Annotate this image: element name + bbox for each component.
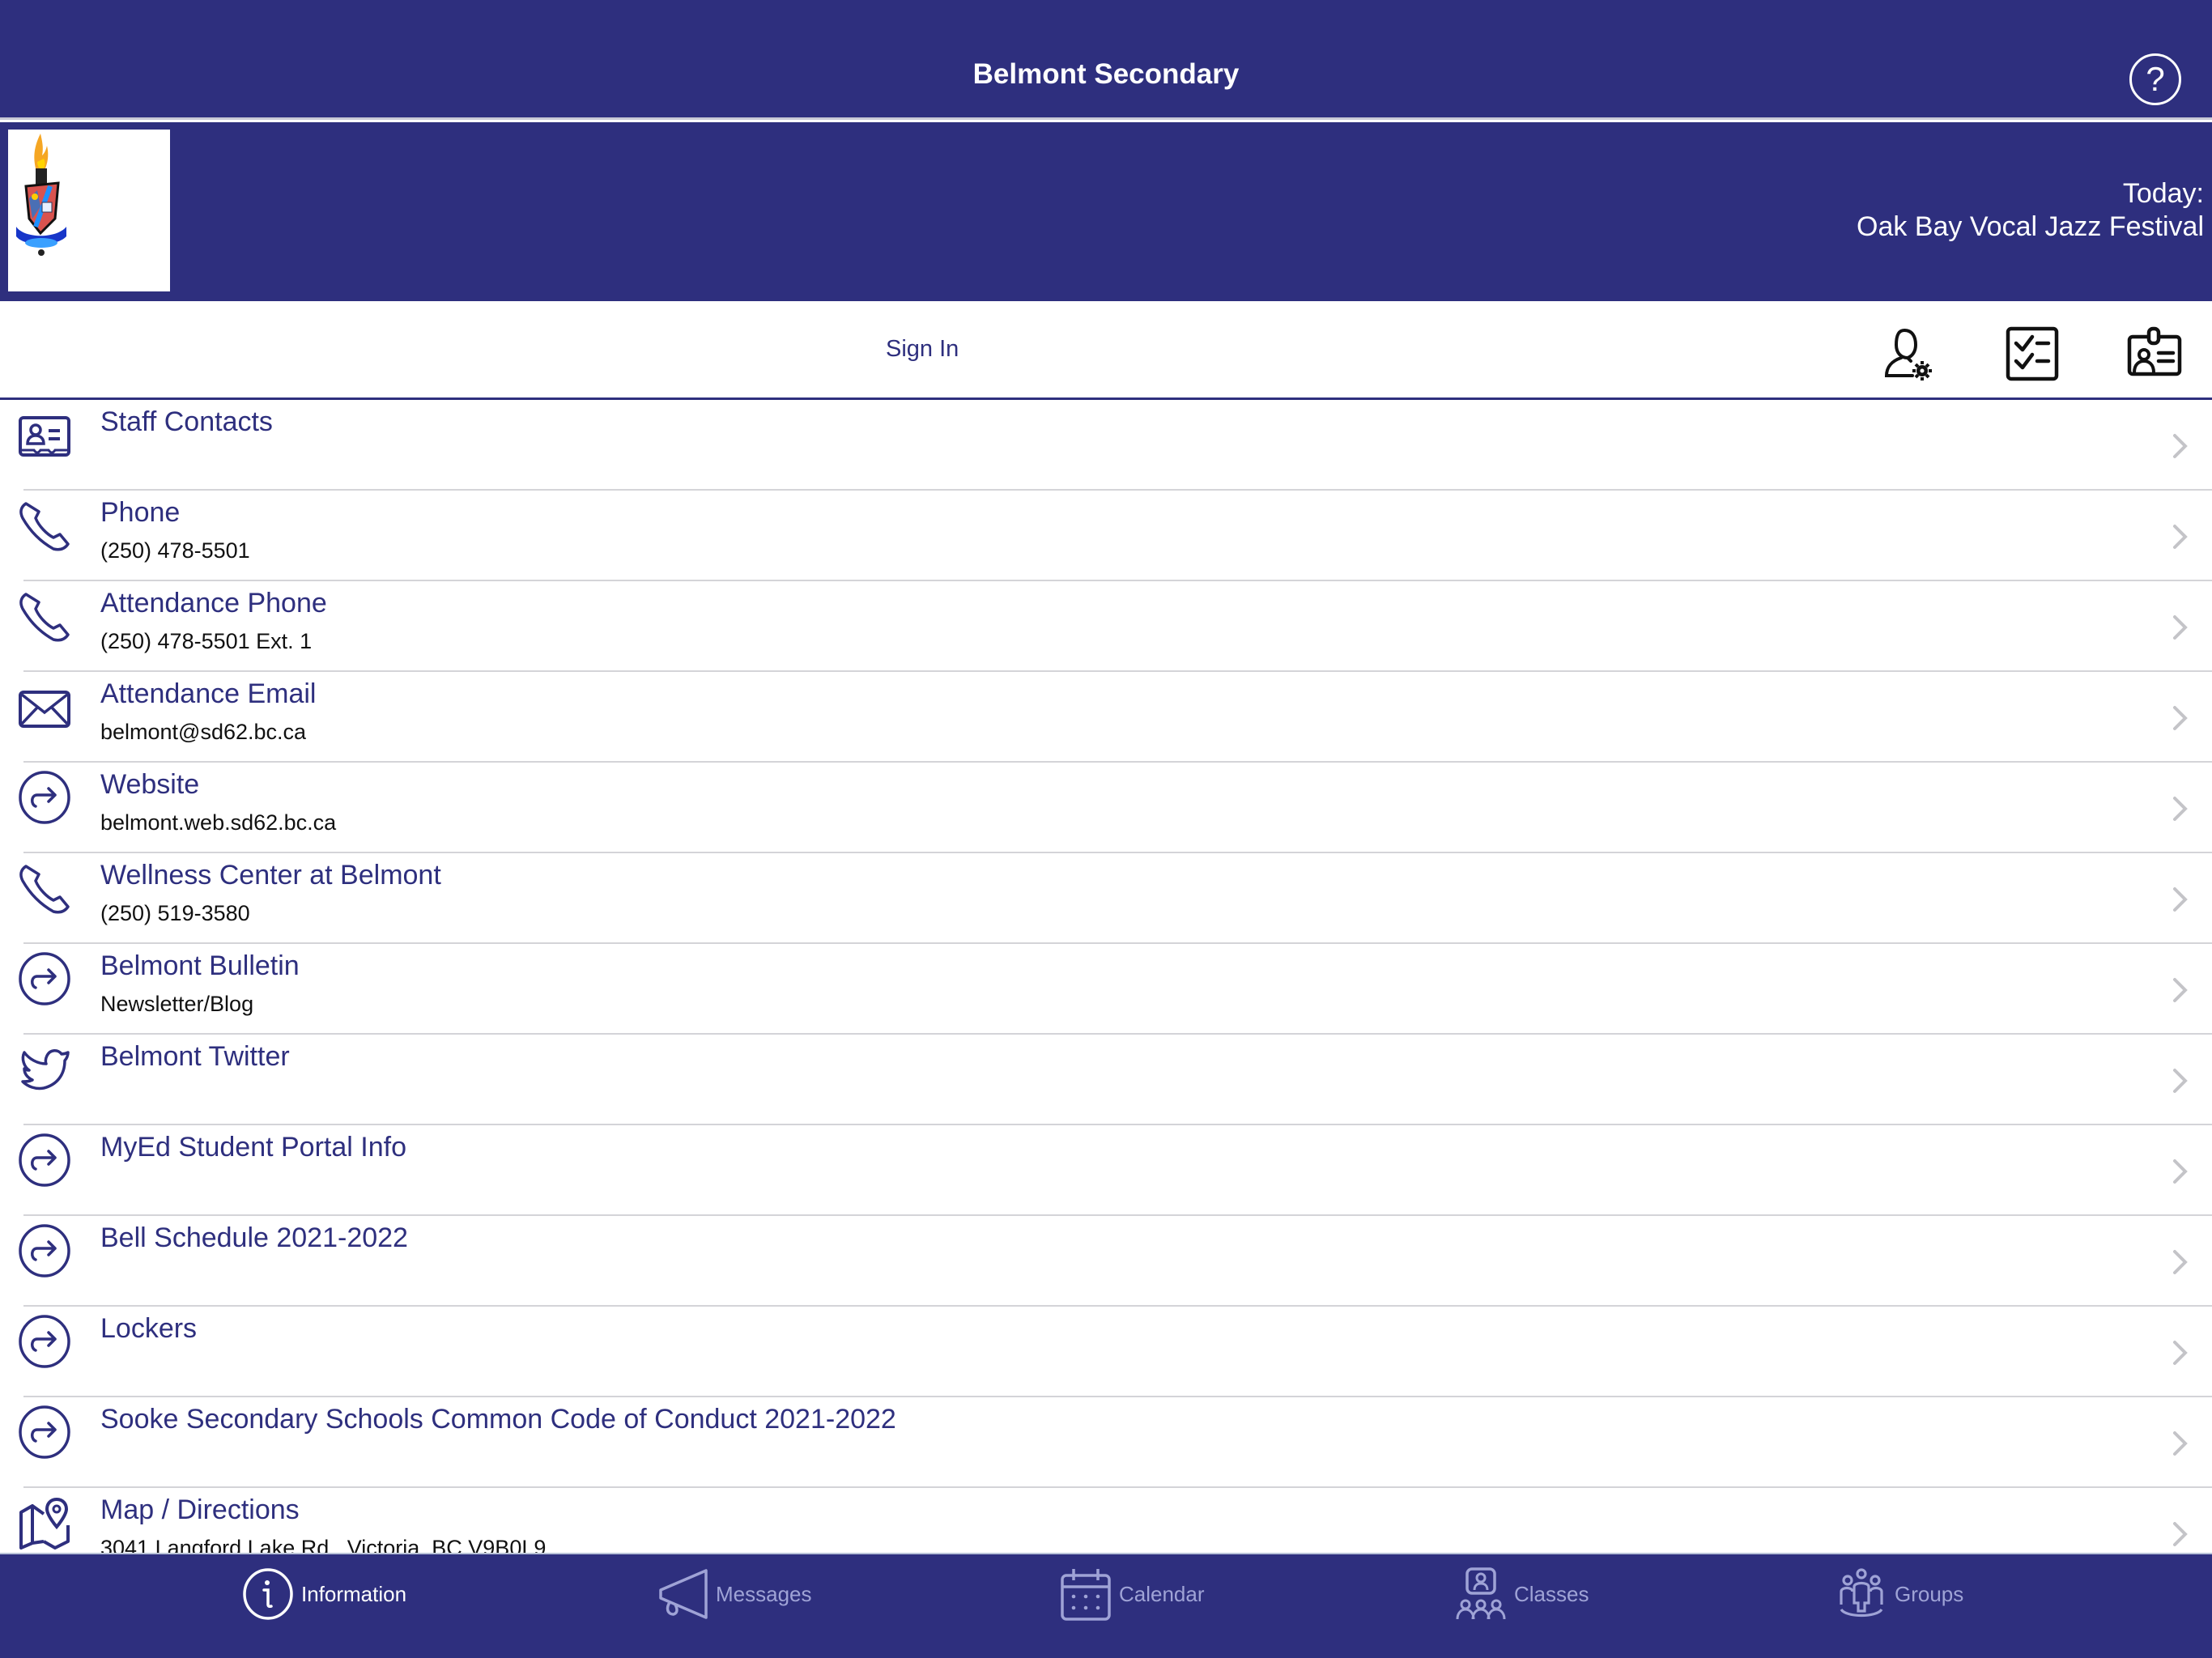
chevron-right-icon bbox=[2173, 1069, 2188, 1093]
item-title: Belmont Bulletin bbox=[100, 950, 300, 981]
link-arrow-icon bbox=[19, 1133, 70, 1187]
tab-groups[interactable]: Groups bbox=[1835, 1567, 1963, 1621]
link-arrow-icon bbox=[19, 1405, 70, 1459]
today-event[interactable]: Oak Bay Vocal Jazz Festival bbox=[1857, 210, 2204, 244]
groups-icon bbox=[1840, 1568, 1883, 1618]
user-settings-icon[interactable] bbox=[1880, 324, 1938, 382]
link-arrow-icon bbox=[19, 1315, 70, 1368]
item-title: Belmont Twitter bbox=[100, 1041, 290, 1072]
help-button[interactable]: ? bbox=[2129, 53, 2181, 105]
chevron-right-icon bbox=[2173, 706, 2188, 730]
list-item-belmont-twitter[interactable]: Belmont Twitter bbox=[0, 1035, 2212, 1125]
item-title: Website bbox=[100, 769, 200, 800]
item-title: Attendance Phone bbox=[100, 588, 327, 619]
nav-bar: Belmont Secondary ? bbox=[0, 0, 2212, 120]
tab-classes[interactable]: Classes bbox=[1454, 1567, 1589, 1621]
item-title: Attendance Email bbox=[100, 678, 317, 709]
item-title: Phone bbox=[100, 497, 181, 528]
toolbar: Sign In bbox=[0, 301, 2212, 400]
tab-label: Calendar bbox=[1119, 1581, 1205, 1606]
item-title: Bell Schedule 2021-2022 bbox=[100, 1222, 408, 1253]
item-title: Sooke Secondary Schools Common Code of C… bbox=[100, 1404, 896, 1435]
list-item-phone[interactable]: Phone (250) 478-5501 bbox=[0, 491, 2212, 581]
mail-icon bbox=[19, 691, 70, 728]
today-info: Today: Oak Bay Vocal Jazz Festival bbox=[1857, 177, 2204, 244]
tab-label: Information bbox=[301, 1581, 407, 1606]
link-arrow-icon bbox=[19, 952, 70, 1005]
item-subtitle: (250) 478-5501 Ext. 1 bbox=[100, 629, 313, 653]
item-subtitle: (250) 478-5501 bbox=[100, 538, 250, 563]
id-badge-icon[interactable] bbox=[2125, 324, 2183, 382]
item-title: Staff Contacts bbox=[100, 406, 273, 437]
school-logo bbox=[8, 130, 170, 291]
list-item-code-of-conduct[interactable]: Sooke Secondary Schools Common Code of C… bbox=[0, 1397, 2212, 1488]
chevron-right-icon bbox=[2173, 978, 2188, 1002]
link-arrow-icon bbox=[19, 771, 70, 824]
list-item-attendance-email[interactable]: Attendance Email belmont@sd62.bc.ca bbox=[0, 672, 2212, 763]
item-subtitle: belmont@sd62.bc.ca bbox=[100, 720, 307, 744]
school-banner: Today: Oak Bay Vocal Jazz Festival bbox=[0, 122, 2212, 301]
classroom-icon bbox=[1456, 1567, 1506, 1620]
chevron-right-icon bbox=[2173, 525, 2188, 549]
chevron-right-icon bbox=[2173, 1250, 2188, 1274]
calendar-icon bbox=[1061, 1569, 1111, 1621]
today-label: Today: bbox=[2122, 178, 2204, 209]
item-title: Map / Directions bbox=[100, 1494, 300, 1525]
megaphone-icon bbox=[659, 1569, 708, 1619]
chevron-right-icon bbox=[2173, 1159, 2188, 1184]
question-circle-icon: ? bbox=[2146, 60, 2165, 98]
phone-icon bbox=[19, 865, 70, 914]
tab-calendar[interactable]: Calendar bbox=[1059, 1567, 1205, 1621]
chevron-right-icon bbox=[2173, 1431, 2188, 1456]
list-item-map-directions[interactable]: Map / Directions 3041 Langford Lake Rd.,… bbox=[0, 1488, 2212, 1553]
list-item-wellness-center[interactable]: Wellness Center at Belmont (250) 519-358… bbox=[0, 853, 2212, 944]
page-title: Belmont Secondary bbox=[972, 58, 1240, 90]
sign-in-button[interactable]: Sign In bbox=[886, 336, 959, 363]
twitter-icon bbox=[21, 1049, 70, 1090]
chevron-right-icon bbox=[2173, 434, 2188, 458]
list-item-belmont-bulletin[interactable]: Belmont Bulletin Newsletter/Blog bbox=[0, 944, 2212, 1035]
item-subtitle: 3041 Langford Lake Rd., Victoria, BC V9B… bbox=[100, 1536, 547, 1553]
tab-label: Classes bbox=[1514, 1581, 1589, 1606]
item-title: MyEd Student Portal Info bbox=[100, 1132, 406, 1163]
info-circle-icon bbox=[243, 1568, 293, 1620]
contact-card-icon bbox=[19, 416, 70, 457]
list-item-lockers[interactable]: Lockers bbox=[0, 1307, 2212, 1397]
info-list: Staff Contacts Phone (250) 478-5501 Atte… bbox=[0, 400, 2212, 1553]
list-item-myed-portal[interactable]: MyEd Student Portal Info bbox=[0, 1125, 2212, 1216]
tab-messages[interactable]: Messages bbox=[656, 1567, 812, 1621]
chevron-right-icon bbox=[2173, 797, 2188, 821]
list-item-attendance-phone[interactable]: Attendance Phone (250) 478-5501 Ext. 1 bbox=[0, 581, 2212, 672]
item-subtitle: (250) 519-3580 bbox=[100, 901, 250, 925]
checklist-icon[interactable] bbox=[2001, 324, 2060, 382]
tab-information[interactable]: Information bbox=[241, 1567, 406, 1621]
item-title: Wellness Center at Belmont bbox=[100, 860, 441, 891]
list-item-website[interactable]: Website belmont.web.sd62.bc.ca bbox=[0, 763, 2212, 853]
phone-icon bbox=[19, 593, 70, 642]
item-subtitle: belmont.web.sd62.bc.ca bbox=[100, 810, 337, 835]
chevron-right-icon bbox=[2173, 1341, 2188, 1365]
item-subtitle: Newsletter/Blog bbox=[100, 992, 254, 1016]
link-arrow-icon bbox=[19, 1224, 70, 1278]
phone-icon bbox=[19, 502, 70, 551]
tab-bar: Information Messages Calendar Classes Gr… bbox=[0, 1553, 2212, 1658]
chevron-right-icon bbox=[2173, 887, 2188, 912]
tab-label: Groups bbox=[1895, 1581, 1964, 1606]
school-crest-icon bbox=[16, 134, 66, 256]
list-item-staff-contacts[interactable]: Staff Contacts bbox=[0, 400, 2212, 491]
chevron-right-icon bbox=[2173, 615, 2188, 640]
list-item-bell-schedule[interactable]: Bell Schedule 2021-2022 bbox=[0, 1216, 2212, 1307]
item-title: Lockers bbox=[100, 1313, 198, 1344]
chevron-right-icon bbox=[2173, 1522, 2188, 1546]
tab-label: Messages bbox=[716, 1581, 812, 1606]
map-pin-icon bbox=[19, 1497, 70, 1550]
